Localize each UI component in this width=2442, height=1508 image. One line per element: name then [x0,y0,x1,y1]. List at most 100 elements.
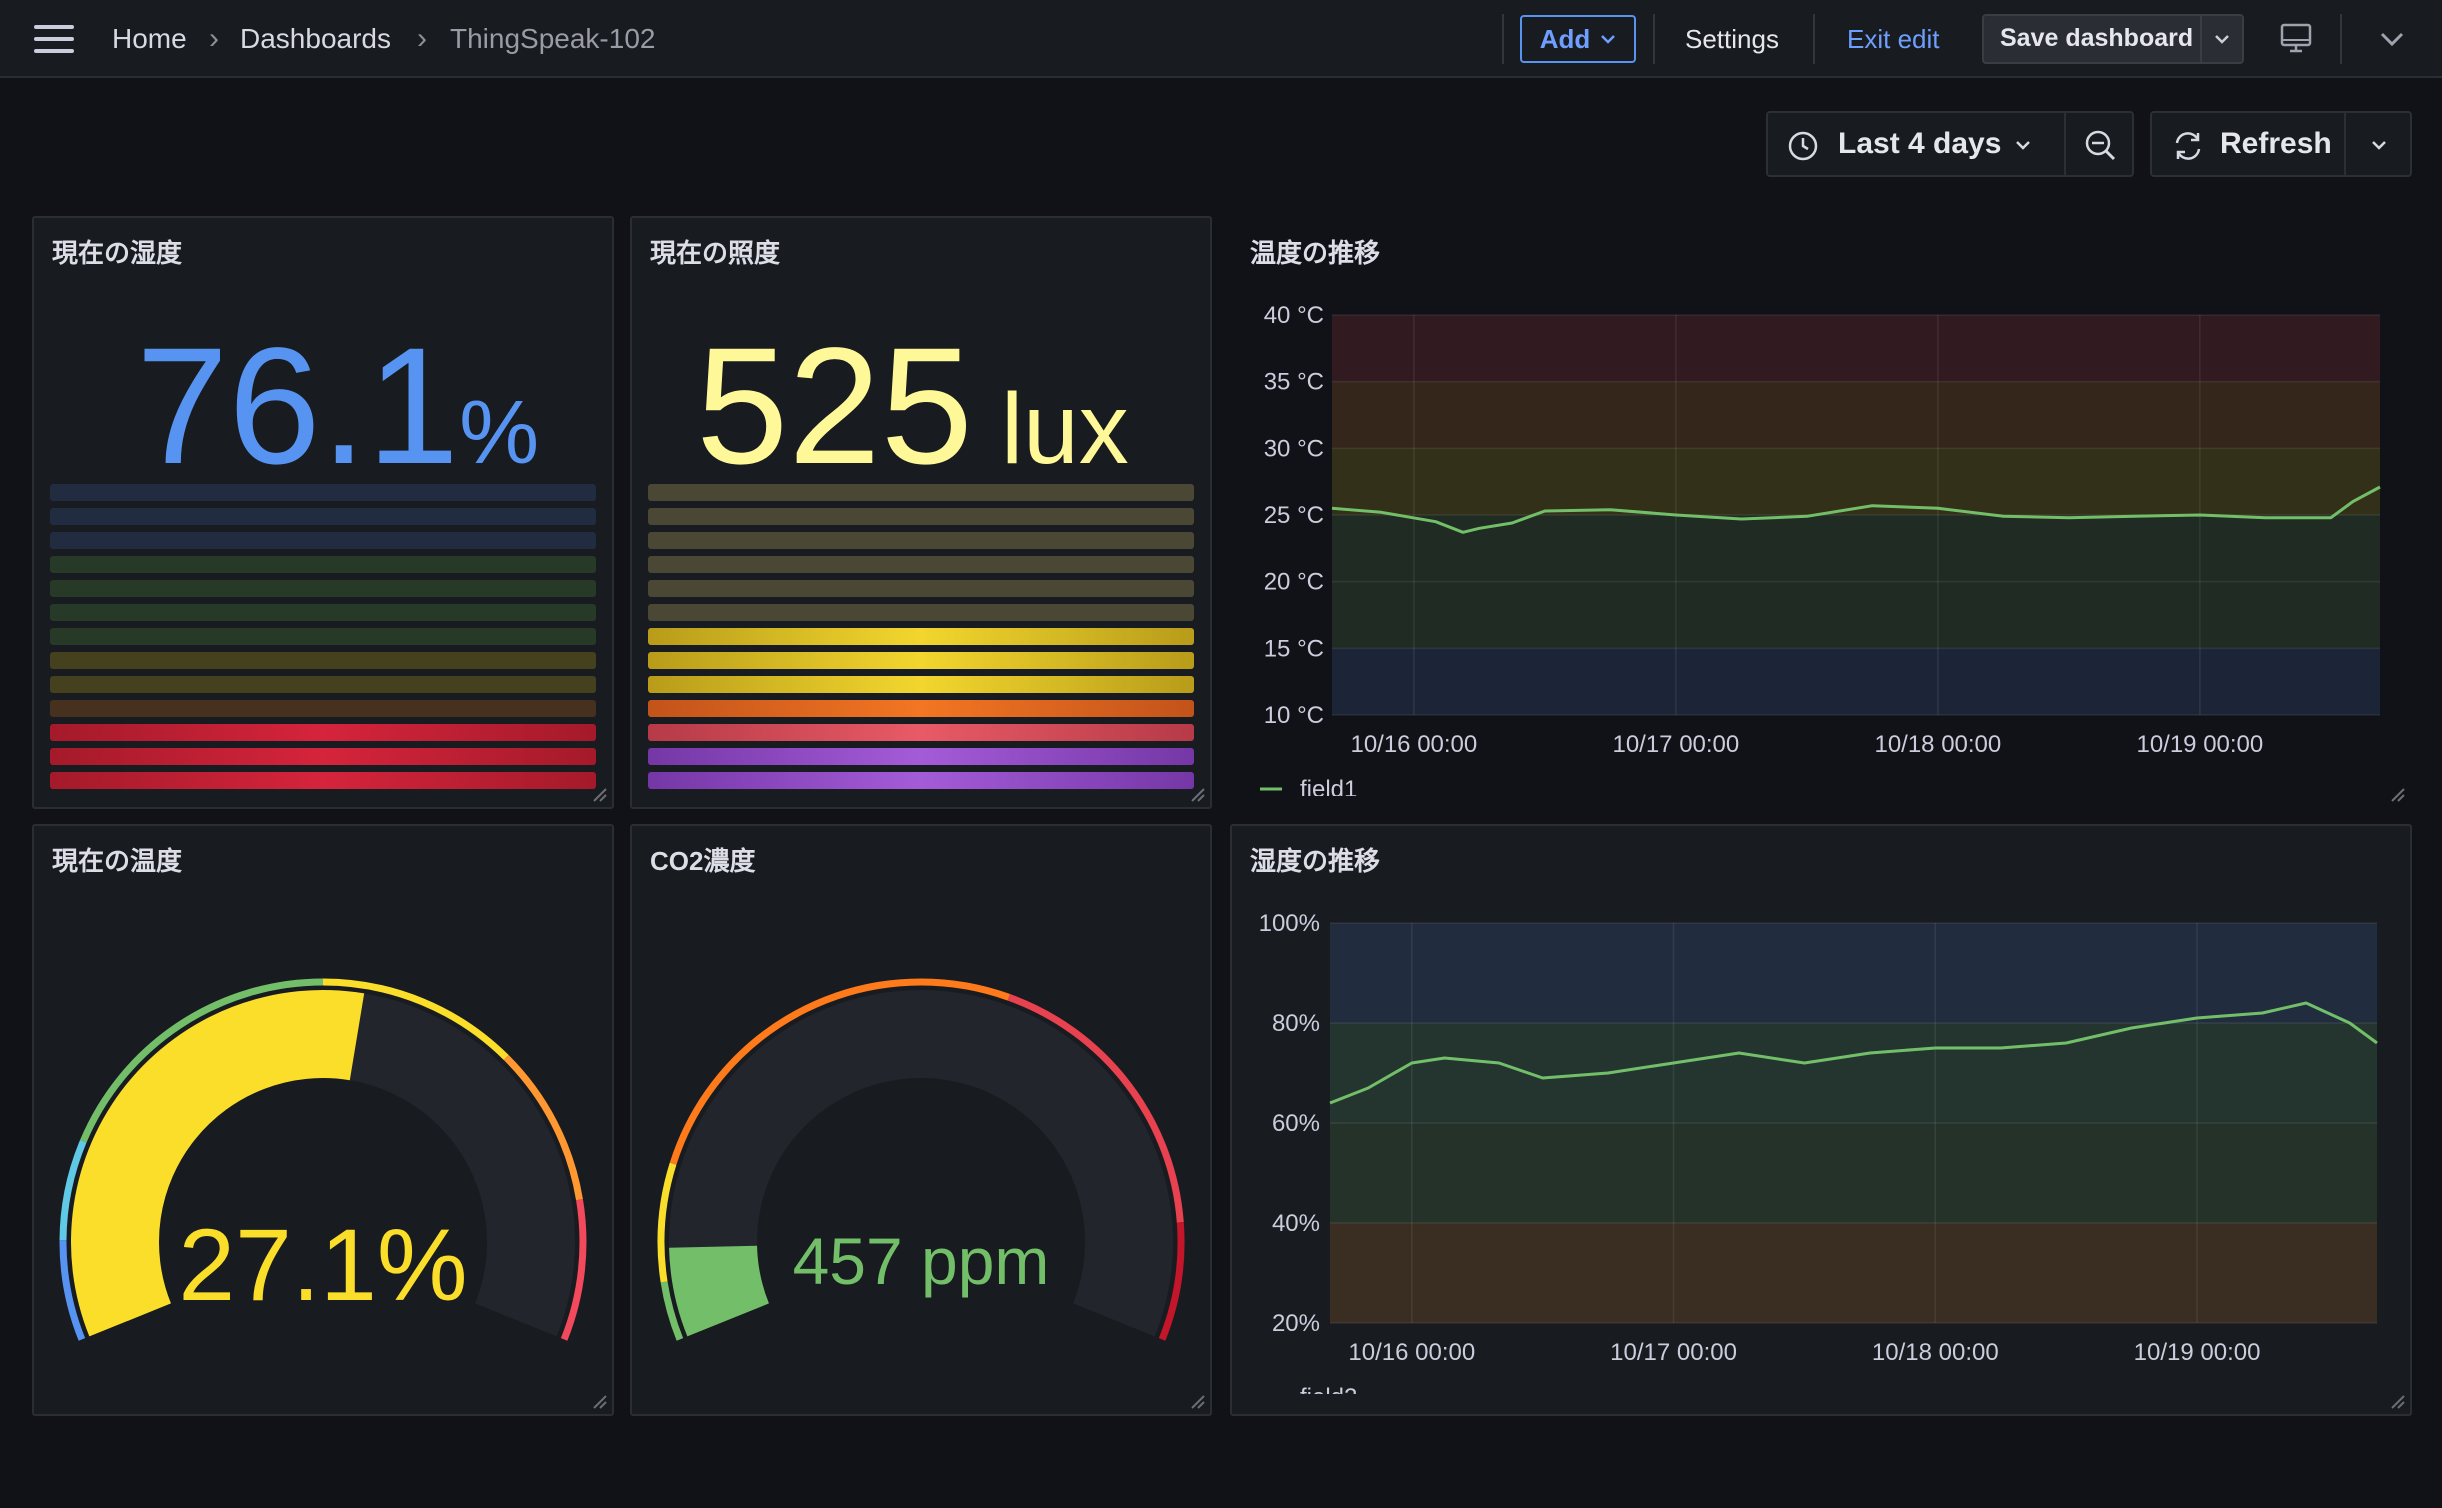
temperature-panel[interactable]: 現在の温度 27.1% [32,824,614,1416]
y-tick-label: 25 °C [1264,502,1324,529]
humidity-unit: % [459,383,540,483]
x-tick-label: 10/17 00:00 [1610,1339,1737,1366]
panel-title: 現在の湿度 [52,238,183,268]
exit-edit-button[interactable]: Exit edit [1847,20,1940,58]
resize-handle-icon[interactable] [2388,785,2406,803]
y-tick-label: 20 °C [1264,569,1324,596]
gauge-segment [50,748,596,765]
x-tick-label: 10/19 00:00 [2134,1339,2261,1366]
humidity-trend-panel[interactable]: 湿度の推移 100% 80% 60% 40% 20% 10/16 00:00 10/17 0… [1230,824,2412,1416]
threshold-band [1330,1223,2377,1323]
humidity-panel[interactable]: 現在の湿度 76.1% [32,216,614,809]
resize-handle-icon[interactable] [2388,1392,2406,1410]
temperature-value: 27.1% [178,1208,468,1322]
zoom-out-icon[interactable] [2082,127,2120,165]
panel-title: 現在の照度 [650,238,781,268]
gauge-segment [50,580,596,597]
y-tick-label: 20% [1272,1310,1320,1337]
divider [1813,14,1815,64]
gauge-segment [648,556,1194,573]
illuminance-unit: lux [1000,373,1129,485]
resize-handle-icon[interactable] [590,1392,608,1410]
save-dashboard-button[interactable]: Save dashboard [1982,14,2244,64]
y-tick-label: 60% [1272,1110,1320,1137]
divider [1502,14,1504,64]
chevron-down-icon [2215,35,2229,44]
chevron-down-icon[interactable] [2370,139,2388,153]
y-tick-label: 100% [1259,910,1320,937]
monitor-icon[interactable] [2278,20,2314,56]
refresh-button[interactable]: Refresh [2150,111,2412,177]
gauge-segment [648,676,1194,693]
gauge-segment [50,772,596,789]
settings-button[interactable]: Settings [1685,20,1779,58]
legend-label: field2 [1300,1384,1357,1394]
save-options-dropdown[interactable] [2200,16,2242,62]
gauge-segment [648,724,1194,741]
gauge-segment [50,532,596,549]
y-tick-label: 80% [1272,1010,1320,1037]
breadcrumb-separator: › [417,22,427,55]
gauge-segment [648,748,1194,765]
time-range-picker[interactable]: Last 4 days [1766,111,2134,177]
breadcrumb-dashboards[interactable]: Dashboards [240,20,391,58]
x-tick-label: 10/19 00:00 [2136,731,2263,758]
time-range-label: Last 4 days [1838,127,2002,160]
humidity-bar-gauge [50,484,596,796]
illuminance-value-display: 525 lux [696,324,1129,490]
x-tick-label: 10/18 00:00 [1872,1339,1999,1366]
menu-icon[interactable] [34,25,74,53]
breadcrumb-current: ThingSpeak-102 [450,23,656,54]
y-tick-label: 40% [1272,1210,1320,1237]
gauge-segment [648,580,1194,597]
gauge-segment [648,700,1194,717]
threshold-band [1332,448,2380,515]
x-tick-label: 10/17 00:00 [1612,731,1739,758]
clock-icon [1788,131,1818,161]
humidity-line-chart: 100% 80% 60% 40% 20% 10/16 00:00 10/17 00:00 10… [1259,910,2378,1394]
gauge-segment [50,484,596,501]
humidity-value-display: 76.1% [136,324,539,490]
gauge-segment [50,724,596,741]
co2-value: 457 ppm [792,1224,1050,1298]
threshold-band [1332,315,2380,382]
y-tick-label: 30 °C [1264,435,1324,462]
temperature-trend-panel[interactable]: 温度の推移 40 °C 35 °C 30 °C 25 °C 20 °C 15 °C 10 °… [1230,216,2412,809]
gauge-segment [648,652,1194,669]
resize-handle-icon[interactable] [1188,785,1206,803]
gauge-segment [50,508,596,525]
gauge-segment [50,604,596,621]
x-tick-label: 10/18 00:00 [1874,731,2001,758]
threshold-band [1332,381,2380,449]
illuminance-panel[interactable]: 現在の照度 525 lux [630,216,1212,809]
threshold-band [1330,1123,2377,1223]
threshold-band [1330,923,2377,1023]
gauge-segment [50,700,596,717]
resize-handle-icon[interactable] [590,785,608,803]
gauge-segment [648,772,1194,789]
x-tick-label: 10/16 00:00 [1350,731,1477,758]
illuminance-bar-gauge [648,484,1194,796]
temperature-line-chart: 40 °C 35 °C 30 °C 25 °C 20 °C 15 °C 10 °C 10/16… [1260,302,2381,796]
threshold-band [1332,648,2380,715]
gauge-segment [648,484,1194,501]
chevron-down-icon[interactable] [2375,24,2409,54]
temperature-gauge [59,978,587,1341]
humidity-value: 76.1 [136,314,460,499]
resize-handle-icon[interactable] [1188,1392,1206,1410]
divider [2340,14,2342,64]
breadcrumb-home[interactable]: Home [112,20,187,58]
y-tick-label: 15 °C [1264,635,1324,662]
divider [1653,14,1655,64]
threshold-band [1330,1023,2377,1123]
breadcrumb-separator: › [209,22,219,55]
co2-panel[interactable]: CO2濃度 457 ppm [630,824,1212,1416]
gauge-segment [50,628,596,645]
chevron-down-icon [2016,141,2030,150]
gauge-segment [50,676,596,693]
add-button[interactable]: Add [1520,15,1636,63]
refresh-icon [2175,132,2201,160]
add-label: Add [1539,23,1591,54]
gauge-segment [648,508,1194,525]
gauge-segment [648,604,1194,621]
